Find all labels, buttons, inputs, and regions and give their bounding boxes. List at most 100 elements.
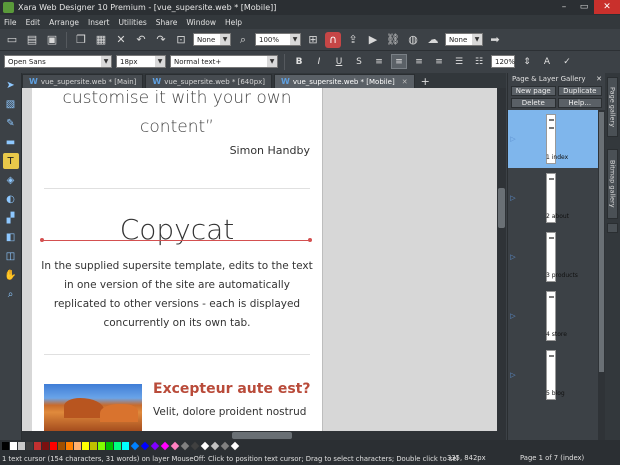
pen-tool-icon[interactable]: ✎ [3,115,19,131]
menu-insert[interactable]: Insert [88,18,110,27]
snap-select[interactable]: None ▼ [445,33,483,46]
color-swatch[interactable] [130,441,140,451]
canvas-horizontal-scrollbar[interactable] [22,431,506,440]
selection-handle-left[interactable] [40,238,44,242]
menu-file[interactable]: File [4,18,17,27]
color-swatch[interactable] [122,442,129,450]
preview-icon[interactable]: ▶ [365,32,381,48]
publish-icon[interactable]: ☁ [425,32,441,48]
text-tool-icon[interactable]: T [2,153,19,169]
color-swatch[interactable] [74,442,81,450]
scroll-thumb[interactable] [232,432,292,439]
scroll-thumb[interactable] [599,112,604,372]
italic-button[interactable]: I [311,54,327,69]
gallery-scrollbar[interactable] [598,110,605,440]
selector-tool-icon[interactable]: ➤ [3,77,19,93]
expand-arrow-icon[interactable]: ▷ [508,253,518,261]
globe-icon[interactable]: ◍ [405,32,421,48]
color-swatch[interactable] [114,442,121,450]
duplicate-button[interactable]: Duplicate [557,86,602,96]
new-page-button[interactable]: New page [511,86,556,96]
copy-icon[interactable]: ❐ [73,32,89,48]
strikethrough-button[interactable]: S [351,54,367,69]
link-icon[interactable]: ⛓ [385,32,401,48]
redo-icon[interactable]: ↷ [153,32,169,48]
contour-tool-icon[interactable]: ◫ [3,248,19,264]
page-item[interactable]: ▷ 4 store [508,287,598,345]
tab-main[interactable]: W vue_supersite.web * [Main] [22,74,144,88]
undo-icon[interactable]: ↶ [133,32,149,48]
zoom-to-page-icon[interactable]: ⊞ [305,32,321,48]
quote-line-1[interactable]: customise it with your own [32,88,322,111]
text-style-select[interactable]: Normal text+ ▼ [170,55,278,68]
text-color-icon[interactable]: A [539,54,555,69]
spacing-stepper-icon[interactable]: ⇕ [519,54,535,69]
bold-button[interactable]: B [291,54,307,69]
color-swatch[interactable] [90,442,97,450]
fill-tool-icon[interactable]: ◈ [3,172,19,188]
add-tab-icon[interactable]: + [417,75,434,88]
menu-help[interactable]: Help [225,18,242,27]
side-tab-bitmap-gallery[interactable]: Bitmap gallery [607,149,618,219]
body-paragraph[interactable]: In the supplied supersite template, edit… [40,257,314,333]
page-item[interactable]: ▷ 3 products [508,228,598,286]
font-select[interactable]: Open Sans ▼ [4,55,112,68]
shadow-tool-icon[interactable]: ▞ [3,210,19,226]
zoom-select[interactable]: 100% ▼ [255,33,301,46]
align-right-icon[interactable]: ≡ [411,54,427,69]
zoom-icon[interactable]: ⌕ [235,32,251,48]
color-swatch[interactable] [26,442,33,450]
color-swatch[interactable] [180,441,190,451]
numbered-list-icon[interactable]: ☷ [471,54,487,69]
rectangle-tool-icon[interactable]: ▬ [3,134,19,150]
expand-arrow-icon[interactable]: ▷ [508,194,518,202]
menu-window[interactable]: Window [186,18,216,27]
color-swatch[interactable] [190,441,200,451]
photo-tool-icon[interactable]: ▧ [3,96,19,112]
color-swatch[interactable] [210,441,220,451]
side-tab-fill-gallery[interactable] [607,223,618,233]
color-swatch[interactable] [200,441,210,451]
color-swatch[interactable] [170,441,180,451]
color-swatch[interactable] [34,442,41,450]
color-swatch[interactable] [98,442,105,450]
save-icon[interactable]: ▣ [44,32,60,48]
color-swatch[interactable] [150,441,160,451]
minimize-button[interactable]: – [554,0,574,14]
document-canvas[interactable]: customise it with your own content” Simo… [22,88,497,431]
menu-utilities[interactable]: Utilities [119,18,147,27]
color-swatch[interactable] [18,442,25,450]
zoom-tool-icon[interactable]: ⌕ [3,286,19,302]
forward-arrow-icon[interactable]: ➡ [487,32,503,48]
color-swatch[interactable] [82,442,89,450]
transparency-tool-icon[interactable]: ◐ [3,191,19,207]
transform-icon[interactable]: ⊡ [173,32,189,48]
menu-share[interactable]: Share [156,18,178,27]
export-icon[interactable]: ⇪ [345,32,361,48]
page-item[interactable]: ▷ 1 index [508,110,598,168]
expand-arrow-icon[interactable]: ▷ [508,312,518,320]
paste-icon[interactable]: ▦ [93,32,109,48]
expand-arrow-icon[interactable]: ▷ [508,135,518,143]
snap-magnet-icon[interactable]: ∩ [325,31,341,48]
color-swatch[interactable] [2,442,9,450]
delete-button[interactable]: Delete [511,98,556,108]
color-swatch[interactable] [50,442,57,450]
new-document-icon[interactable]: ▭ [4,32,20,48]
selection-handle-right[interactable] [308,238,312,242]
close-tab-icon[interactable]: ✕ [402,78,408,86]
align-left-icon[interactable]: ≡ [371,54,387,69]
line-spacing-select[interactable]: 120% [491,55,515,68]
align-center-icon[interactable]: ≡ [391,54,407,69]
quote-line-2[interactable]: content” [32,115,322,140]
delete-icon[interactable]: ✕ [113,32,129,48]
color-swatch[interactable] [58,442,65,450]
sub-body-text[interactable]: Velit, dolore proident nostrud [153,406,306,418]
color-swatch[interactable] [140,441,150,451]
page-item[interactable]: ▷ 2 about [508,169,598,227]
color-swatch[interactable] [220,441,230,451]
page-item[interactable]: ▷ 5 blog [508,346,598,404]
color-swatch[interactable] [66,442,73,450]
open-folder-icon[interactable]: ▤ [24,32,40,48]
menu-arrange[interactable]: Arrange [49,18,79,27]
